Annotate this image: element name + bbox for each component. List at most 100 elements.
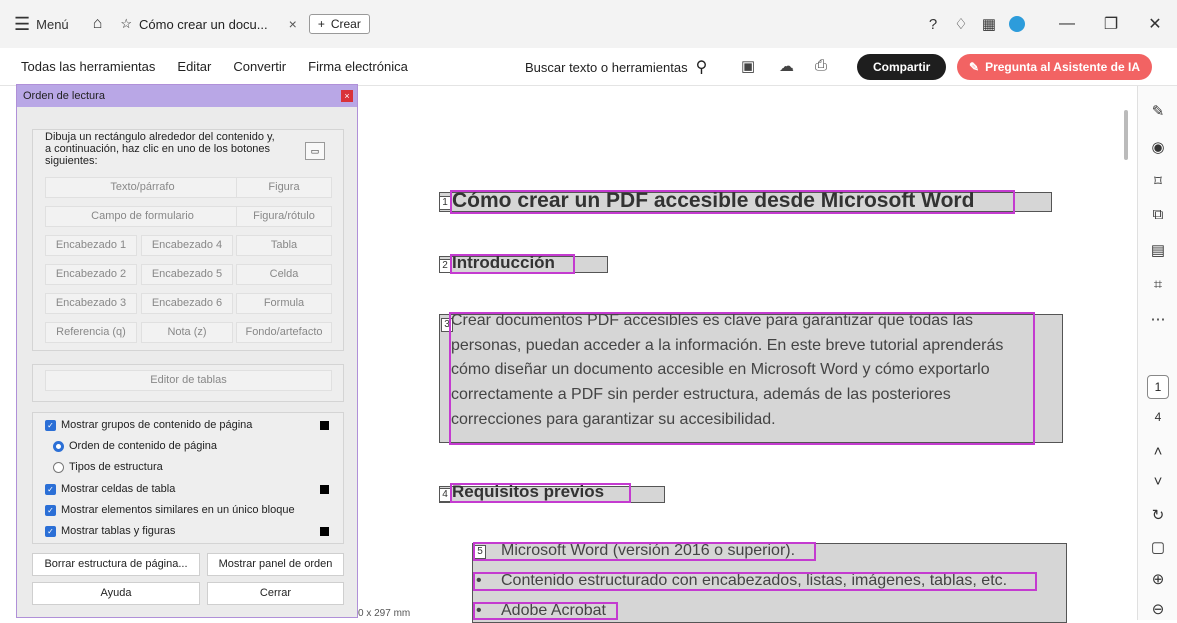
ai-assistant-button[interactable]: ✎ Pregunta al Asistente de IA xyxy=(957,54,1152,80)
heading-2-button[interactable]: Encabezado 2 xyxy=(45,264,137,285)
panel-title-bar[interactable]: Orden de lectura xyxy=(17,85,357,107)
more-icon[interactable]: ⋯ xyxy=(1138,310,1177,328)
panel-close-icon[interactable]: × xyxy=(341,90,353,102)
bell-icon[interactable]: ♢ xyxy=(947,15,975,33)
highlight-list-item xyxy=(473,602,618,620)
help-icon[interactable]: ? xyxy=(919,16,947,33)
menu-button[interactable]: ☰ Menú xyxy=(14,15,69,33)
heading-3-button[interactable]: Encabezado 3 xyxy=(45,293,137,314)
show-order-panel-button[interactable]: Mostrar panel de orden xyxy=(207,553,344,576)
upload-cloud-icon[interactable]: ☁ xyxy=(779,57,794,75)
panel-title: Orden de lectura xyxy=(23,90,105,102)
page-number-input[interactable]: 1 xyxy=(1147,375,1169,399)
checkbox-checked-icon: ✓ xyxy=(45,419,56,431)
home-icon[interactable]: ⌂ xyxy=(93,15,103,33)
formula-button[interactable]: Formula xyxy=(236,293,332,314)
fit-page-icon[interactable]: ▢ xyxy=(1138,538,1177,556)
ai-icon: ✎ xyxy=(969,60,980,74)
cells-color-swatch[interactable] xyxy=(320,485,329,494)
table-editor-button[interactable]: Editor de tablas xyxy=(45,370,332,391)
hamburger-icon: ☰ xyxy=(14,14,31,34)
table-button[interactable]: Tabla xyxy=(236,235,332,256)
show-tables-label: Mostrar tablas y figuras xyxy=(61,525,176,537)
show-cells-checkbox[interactable]: ✓ Mostrar celdas de tabla xyxy=(45,483,175,495)
star-icon[interactable]: ☆ xyxy=(120,16,132,32)
edit-pdf-icon[interactable]: ✎ xyxy=(1138,102,1177,120)
form-field-button[interactable]: Campo de formulario xyxy=(45,206,240,227)
tables-color-swatch[interactable] xyxy=(320,527,329,536)
refresh-icon[interactable]: ↻ xyxy=(1138,506,1177,524)
new-tab-button[interactable]: + Crear xyxy=(308,14,370,34)
title-bar: ☰ Menú ⌂ ☆ Cómo crear un docu... × + Cre… xyxy=(0,0,1177,48)
show-similar-label: Mostrar elementos similares en un único … xyxy=(61,504,295,516)
scan-icon[interactable]: ⌗ xyxy=(1138,276,1177,293)
show-cells-label: Mostrar celdas de tabla xyxy=(61,483,176,495)
background-artifact-button[interactable]: Fondo/artefacto xyxy=(236,322,332,343)
radio-unselected-icon xyxy=(53,461,64,473)
help-button[interactable]: Ayuda xyxy=(32,582,200,605)
note-button[interactable]: Nota (z) xyxy=(141,322,233,343)
checkbox-checked-icon: ✓ xyxy=(45,504,56,516)
show-groups-checkbox[interactable]: ✓ Mostrar grupos de contenido de página xyxy=(45,419,252,431)
order-content-label: Orden de contenido de página xyxy=(69,440,218,452)
clear-structure-button[interactable]: Borrar estructura de página... xyxy=(32,553,200,576)
zoom-in-icon[interactable]: ⊕ xyxy=(1138,570,1177,588)
heading-5-button[interactable]: Encabezado 5 xyxy=(141,264,233,285)
group-color-swatch[interactable] xyxy=(320,421,329,430)
draw-rectangle-icon[interactable]: ▭ xyxy=(305,142,325,160)
page-size-status: 0 x 297 mm xyxy=(358,608,411,619)
show-similar-checkbox[interactable]: ✓ Mostrar elementos similares en un únic… xyxy=(45,504,295,516)
figure-caption-button[interactable]: Figura/rótulo xyxy=(236,206,332,227)
structure-types-radio[interactable]: Tipos de estructura xyxy=(53,461,163,473)
reading-order-panel: Orden de lectura × Dibuja un rectángulo … xyxy=(16,84,358,618)
heading-4-button[interactable]: Encabezado 4 xyxy=(141,235,233,256)
search-tools[interactable]: Buscar texto o herramientas ⚲ xyxy=(525,48,707,86)
right-rail: ✎ ◉ ⌑ ⧉ ▤ ⌗ ⋯ 1 4 ˄ ˅ ↻ ▢ ⊕ ⊖ xyxy=(1137,86,1177,620)
chevron-down-icon[interactable]: ˅ xyxy=(1138,473,1177,490)
comment-icon[interactable]: ◉ xyxy=(1138,138,1177,156)
figure-button[interactable]: Figura xyxy=(236,177,332,198)
file-icon[interactable]: ▤ xyxy=(1138,241,1177,259)
minimize-icon[interactable]: — xyxy=(1045,15,1089,33)
total-pages: 4 xyxy=(1154,410,1162,424)
share-button[interactable]: Compartir xyxy=(857,54,947,80)
document-tab[interactable]: ☆ Cómo crear un docu... × xyxy=(120,16,296,32)
main-toolbar: Todas las herramientas Editar Convertir … xyxy=(0,48,1177,86)
window-close-icon[interactable]: ✕ xyxy=(1133,14,1177,34)
vertical-scrollbar[interactable] xyxy=(1124,110,1128,160)
tab-title: Cómo crear un docu... xyxy=(139,16,268,32)
show-tables-checkbox[interactable]: ✓ Mostrar tablas y figuras xyxy=(45,525,175,537)
heading-1-button[interactable]: Encabezado 1 xyxy=(45,235,137,256)
bookmark-icon[interactable]: ⌑ xyxy=(1138,172,1177,190)
restore-icon[interactable]: ❐ xyxy=(1089,14,1133,34)
text-paragraph-button[interactable]: Texto/párrafo xyxy=(45,177,240,198)
close-button[interactable]: Cerrar xyxy=(207,582,344,605)
radio-selected-icon xyxy=(53,440,64,452)
highlight-paragraph xyxy=(449,312,1035,445)
reference-button[interactable]: Referencia (q) xyxy=(45,322,137,343)
print-icon[interactable]: ⎙ xyxy=(815,57,827,74)
zoom-out-icon[interactable]: ⊖ xyxy=(1138,600,1177,618)
new-tab-label: Crear xyxy=(330,17,361,31)
toolbar-edit[interactable]: Editar xyxy=(177,59,211,74)
toolbar-all-tools[interactable]: Todas las herramientas xyxy=(21,59,155,74)
menu-label: Menú xyxy=(36,16,69,32)
structure-types-label: Tipos de estructura xyxy=(69,461,163,473)
highlight-list-item xyxy=(473,542,816,561)
checkbox-checked-icon: ✓ xyxy=(45,483,56,495)
cell-button[interactable]: Celda xyxy=(236,264,332,285)
highlight-list-item xyxy=(473,572,1037,591)
save-icon[interactable]: ▣ xyxy=(741,57,755,75)
copy-icon[interactable]: ⧉ xyxy=(1138,206,1177,223)
show-groups-label: Mostrar grupos de contenido de página xyxy=(61,419,253,431)
order-content-radio[interactable]: Orden de contenido de página xyxy=(53,440,217,452)
toolbar-convert[interactable]: Convertir xyxy=(233,59,286,74)
tab-close-icon[interactable]: × xyxy=(289,16,297,32)
chevron-up-icon[interactable]: ˄ xyxy=(1138,443,1177,460)
toolbar-esign[interactable]: Firma electrónica xyxy=(308,59,408,74)
checkbox-checked-icon: ✓ xyxy=(45,525,56,537)
heading-6-button[interactable]: Encabezado 6 xyxy=(141,293,233,314)
apps-icon[interactable]: ▦ xyxy=(975,15,1003,33)
avatar[interactable] xyxy=(1009,16,1025,32)
search-icon: ⚲ xyxy=(695,59,708,76)
